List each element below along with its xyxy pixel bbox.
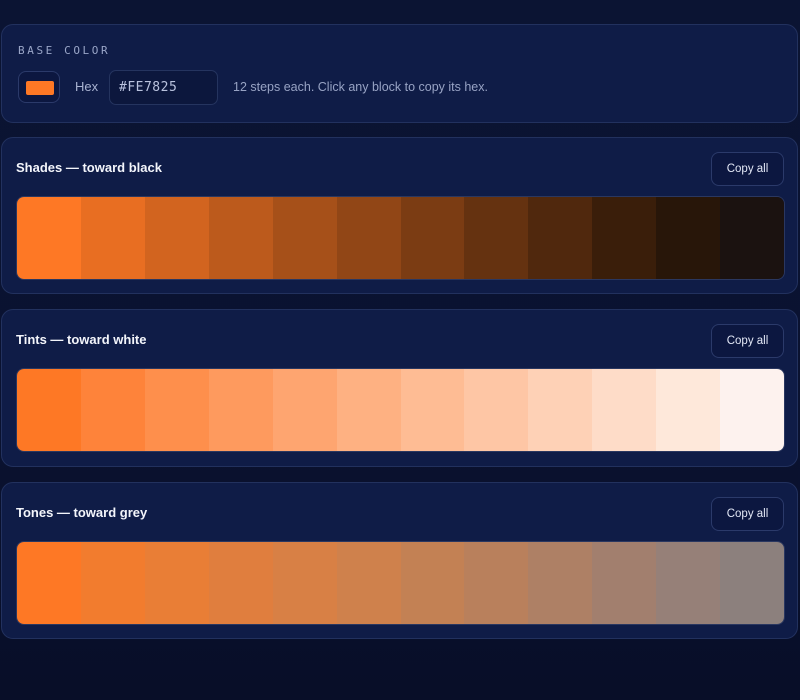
color-block[interactable] [592,542,657,624]
color-block[interactable] [144,369,209,451]
shades-copy-all-button[interactable]: Copy all [711,152,784,186]
color-swatch-fill [26,81,54,95]
shades-title: Shades — toward black [16,160,162,175]
tints-copy-all-button[interactable]: Copy all [711,324,784,358]
color-block[interactable] [272,542,337,624]
hex-input[interactable] [109,70,218,105]
color-block[interactable] [720,197,784,279]
tints-title: Tints — toward white [16,332,147,347]
color-block[interactable] [17,197,81,279]
color-picker-swatch[interactable] [18,71,60,103]
color-block[interactable] [17,369,81,451]
color-block[interactable] [528,369,593,451]
color-block[interactable] [464,542,529,624]
color-block[interactable] [336,369,401,451]
color-block[interactable] [208,542,273,624]
color-block[interactable] [80,542,145,624]
color-block[interactable] [272,197,337,279]
hex-label: Hex [75,79,99,94]
color-block[interactable] [720,542,784,624]
color-block[interactable] [144,542,209,624]
color-block[interactable] [592,197,657,279]
tones-strip [16,541,785,625]
shades-panel: Shades — toward black Copy all [1,137,798,294]
color-block[interactable] [656,197,721,279]
color-block[interactable] [336,542,401,624]
helper-text: 12 steps each. Click any block to copy i… [233,80,488,94]
tints-panel: Tints — toward white Copy all [1,309,798,467]
color-block[interactable] [336,197,401,279]
tones-panel: Tones — toward grey Copy all [1,482,798,639]
tones-title: Tones — toward grey [16,505,148,520]
color-block[interactable] [208,369,273,451]
color-block[interactable] [400,369,465,451]
color-block[interactable] [464,369,529,451]
color-block[interactable] [656,542,721,624]
color-block[interactable] [592,369,657,451]
tints-strip [16,368,785,452]
base-color-label: BASE COLOR [18,44,111,57]
color-block[interactable] [80,197,145,279]
color-block[interactable] [400,197,465,279]
color-block[interactable] [272,369,337,451]
color-block[interactable] [208,197,273,279]
color-block[interactable] [400,542,465,624]
color-block[interactable] [656,369,721,451]
base-color-panel: BASE COLOR Hex 12 steps each. Click any … [1,24,798,123]
color-block[interactable] [464,197,529,279]
color-block[interactable] [144,197,209,279]
tones-copy-all-button[interactable]: Copy all [711,497,784,531]
color-block[interactable] [17,542,81,624]
color-block[interactable] [528,542,593,624]
color-block[interactable] [80,369,145,451]
color-block[interactable] [528,197,593,279]
color-block[interactable] [720,369,784,451]
shades-strip [16,196,785,280]
